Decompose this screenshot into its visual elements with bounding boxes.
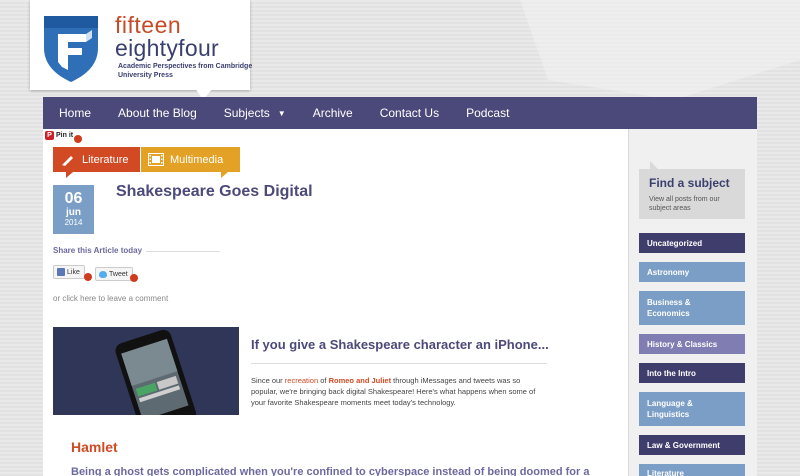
nav-home-label: Home (59, 106, 92, 120)
date-year: 2014 (64, 218, 83, 227)
badge-icon (74, 134, 83, 143)
nav-podcast-label: Podcast (466, 106, 510, 120)
find-subject-title: Find a subject (649, 176, 730, 190)
recreation-link[interactable]: recreation (285, 376, 318, 385)
sidebar-item-label: Business & Economics (647, 298, 691, 318)
thumbs-up-icon (57, 268, 65, 276)
nav-subjects-label: Subjects (223, 106, 270, 120)
nav-podcast[interactable]: Podcast (450, 106, 509, 120)
tweet-label: Tweet (109, 270, 128, 278)
sidebar-item-uncategorized[interactable]: Uncategorized (639, 233, 745, 253)
phone-illustration (53, 327, 239, 415)
post-title: Shakespeare Goes Digital (116, 183, 313, 200)
sidebar-item-label: Into the Intro (647, 368, 696, 378)
iphone-image (53, 327, 239, 415)
category-tail (66, 172, 73, 178)
feature-text-part: Since our (251, 376, 285, 385)
section-text: Being a ghost gets complicated when you'… (71, 466, 590, 476)
comment-link[interactable]: or click here to leave a comment (53, 294, 168, 303)
nav-about[interactable]: About the Blog (102, 106, 197, 120)
sidebar-item-into-the-intro[interactable]: Into the Intro (639, 363, 745, 383)
date-day: 06 (64, 190, 83, 207)
romeo-and-juliet-link[interactable]: Romeo and Juliet (329, 376, 392, 385)
post-date: 06 jun 2014 (53, 185, 94, 234)
divider (251, 363, 547, 364)
sidebar-item-label: History & Classics (647, 339, 718, 349)
feature-title: If you give a Shakespeare character an i… (251, 337, 549, 352)
find-subject-subtitle: View all posts from our subject areas (649, 196, 720, 212)
sidebar-item-law-government[interactable]: Law & Government (639, 435, 745, 455)
feature-text: Since our recreation of Romeo and Juliet… (251, 375, 547, 408)
feature-text-part: of (318, 376, 329, 385)
tweet-button[interactable]: Tweet (95, 267, 133, 281)
sidebar-item-literature[interactable]: Literature (639, 464, 745, 476)
share-label: Share this Article today (53, 246, 143, 255)
sidebar-item-label: Astronomy (647, 267, 690, 277)
like-label: Like (67, 268, 80, 276)
category-multimedia[interactable]: Multimedia (141, 147, 240, 172)
chevron-down-icon: ▼ (277, 108, 286, 118)
category-literature-label: Literature (82, 153, 129, 166)
twitter-bird-icon (99, 270, 107, 278)
sidebar-item-language-linguistics[interactable]: Language & Linguistics (639, 392, 745, 426)
nav-about-label: About the Blog (118, 106, 197, 120)
film-icon (148, 153, 164, 167)
nav-archive[interactable]: Archive (297, 106, 353, 120)
category-literature[interactable]: Literature (53, 147, 140, 172)
site-logo[interactable]: fifteen eightyfour Academic Perspectives… (30, 0, 252, 90)
badge-icon (84, 273, 92, 281)
category-multimedia-label: Multimedia (170, 153, 224, 166)
nav-contact[interactable]: Contact Us (364, 106, 439, 120)
sidebar-item-astronomy[interactable]: Astronomy (639, 262, 745, 282)
sidebar-item-label: Law & Government (647, 440, 720, 450)
date-month: jun (66, 207, 81, 218)
sidebar-item-label: Language & Linguistics (647, 399, 693, 419)
nav-contact-label: Contact Us (379, 106, 440, 120)
nav-archive-label: Archive (312, 106, 353, 120)
logo-text-eightyfour: eightyfour (115, 35, 220, 61)
sidebar-item-history-classics[interactable]: History & Classics (639, 334, 745, 354)
nav-subjects[interactable]: Subjects ▼ (208, 106, 286, 120)
main-nav: Home About the Blog Subjects ▼ Archive Co… (43, 97, 757, 129)
nav-home[interactable]: Home (43, 106, 91, 120)
sidebar-item-label: Literature (647, 469, 684, 476)
sidebar-item-label: Uncategorized (647, 238, 703, 248)
badge-icon (130, 274, 138, 282)
section-heading: Hamlet (71, 439, 118, 455)
divider (146, 251, 220, 252)
pin-it-label: Pin it (56, 132, 74, 139)
shield-logo-icon (44, 16, 98, 82)
pen-icon (60, 153, 76, 167)
sidebar-item-business-economics[interactable]: Business & Economics (639, 291, 745, 325)
facebook-like-button[interactable]: Like (53, 265, 85, 279)
pinterest-icon: P (45, 131, 54, 140)
pin-it-button[interactable]: P Pin it (45, 131, 83, 143)
category-tail (221, 172, 228, 178)
logo-tagline: Academic Perspectives from Cambridge Uni… (118, 63, 253, 79)
